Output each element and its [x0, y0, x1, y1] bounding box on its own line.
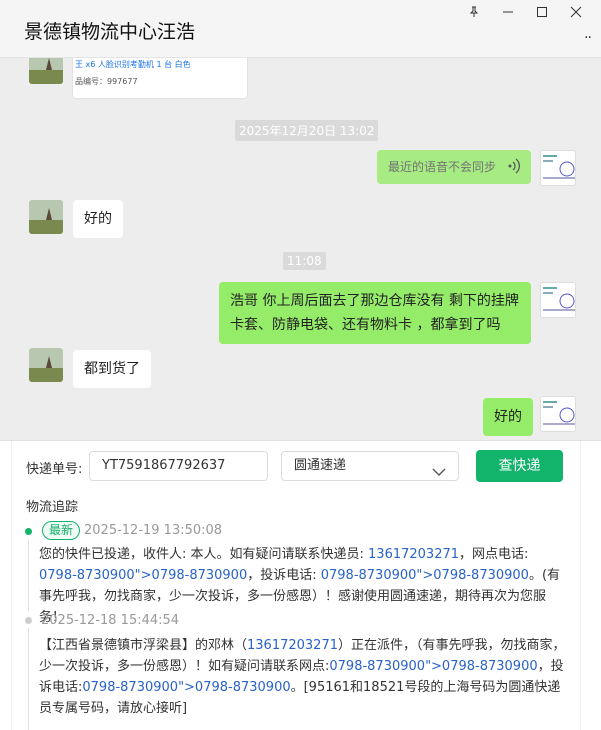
timeline-line — [28, 539, 29, 611]
chat-history[interactable]: 王 x6 人脸识别考勤机 1 台 白色 品编号：997677 2025年12月2… — [0, 58, 601, 440]
event-text-segment: ，投诉电话: — [247, 568, 321, 583]
tracking-section-title: 物流追踪 — [26, 500, 79, 515]
timestamp: 11:08 — [283, 252, 326, 270]
event-time: 2025-12-19 13:50:08 — [84, 523, 223, 538]
phone-link[interactable]: 13617203271 — [247, 638, 338, 653]
window-titlebar: 景德镇物流中心汪浩 ·· — [0, 0, 601, 58]
timeline-line — [28, 628, 29, 730]
message-bubble[interactable]: 都到货了 — [73, 350, 151, 388]
window-controls — [457, 2, 593, 22]
my-avatar[interactable] — [540, 396, 576, 432]
card-product-line: 王 x6 人脸识别考勤机 1 台 白色 — [75, 60, 191, 69]
chevron-down-icon — [432, 460, 446, 488]
message-text: 最近的语音不会同步 — [388, 160, 497, 174]
chat-title: 景德镇物流中心汪浩 — [24, 21, 196, 43]
timeline-dot — [25, 617, 32, 624]
phone-link[interactable]: 0798-8730900">0798-8730900 — [329, 659, 537, 674]
phone-link[interactable]: 0798-8730900">0798-8730900 — [82, 680, 290, 695]
my-avatar[interactable] — [540, 150, 576, 186]
event-text-segment: 【江西省景德镇市浮梁县】的邓林（ — [39, 638, 248, 653]
express-lookup-form: 快递单号: YT7591867792637 圆通速递 查快递 物流追踪 最新 2… — [11, 441, 581, 730]
event-text-segment: 您的快件已投递，收件人: 本人。如有疑问请联系快递员: — [39, 547, 369, 562]
timeline-dot-latest — [25, 528, 32, 535]
tracking-number-input[interactable]: YT7591867792637 — [89, 451, 268, 481]
express-lookup-panel: 快递单号: YT7591867792637 圆通速递 查快递 物流追踪 最新 2… — [0, 440, 601, 730]
query-express-button[interactable]: 查快递 — [476, 450, 563, 482]
pin-icon[interactable] — [457, 2, 491, 22]
my-avatar[interactable] — [540, 282, 576, 318]
phone-link[interactable]: 13617203271 — [368, 547, 459, 562]
message-text: 好的 — [494, 409, 522, 425]
close-icon[interactable] — [559, 2, 593, 22]
minimize-icon[interactable] — [491, 2, 525, 22]
message-bubble[interactable]: 浩哥 你上周后面去了那边仓库没有 剩下的挂牌卡套、防静电袋、还有物料卡 ，都拿到… — [219, 282, 531, 344]
voice-wave-icon — [507, 158, 521, 182]
voice-message-bubble[interactable]: 最近的语音不会同步 — [377, 150, 531, 184]
latest-badge: 最新 — [42, 521, 81, 540]
event-time: 2025-12-18 15:44:54 — [41, 613, 180, 628]
phone-link[interactable]: 0798-8730900">0798-8730900 — [321, 568, 529, 583]
message-text: 都到货了 — [84, 361, 140, 377]
maximize-icon[interactable] — [525, 2, 559, 22]
shared-product-card[interactable]: 王 x6 人脸识别考勤机 1 台 白色 品编号：997677 — [72, 58, 248, 99]
tracking-event-text: 【江西省景德镇市浮梁县】的邓林（13617203271）正在派件，（有事先呼我，… — [39, 635, 569, 719]
message-text: 好的 — [84, 211, 112, 227]
card-product-id: 品编号：997677 — [75, 77, 138, 86]
carrier-selected-value: 圆通速递 — [294, 458, 347, 473]
message-bubble[interactable]: 好的 — [483, 398, 533, 436]
timestamp: 2025年12月20日 13:02 — [235, 120, 379, 141]
contact-avatar[interactable] — [29, 200, 63, 234]
event-text-segment: ，网点电话: — [459, 547, 529, 562]
more-options-icon[interactable]: ·· — [584, 30, 592, 46]
message-text: 浩哥 你上周后面去了那边仓库没有 剩下的挂牌卡套、防静电袋、还有物料卡 ，都拿到… — [230, 293, 519, 333]
phone-link[interactable]: 0798-8730900">0798-8730900 — [39, 568, 247, 583]
message-bubble[interactable]: 好的 — [73, 200, 123, 238]
carrier-select[interactable]: 圆通速递 — [281, 451, 459, 481]
contact-avatar[interactable] — [29, 58, 63, 84]
tracking-number-label: 快递单号: — [26, 462, 83, 477]
contact-avatar[interactable] — [29, 348, 63, 382]
